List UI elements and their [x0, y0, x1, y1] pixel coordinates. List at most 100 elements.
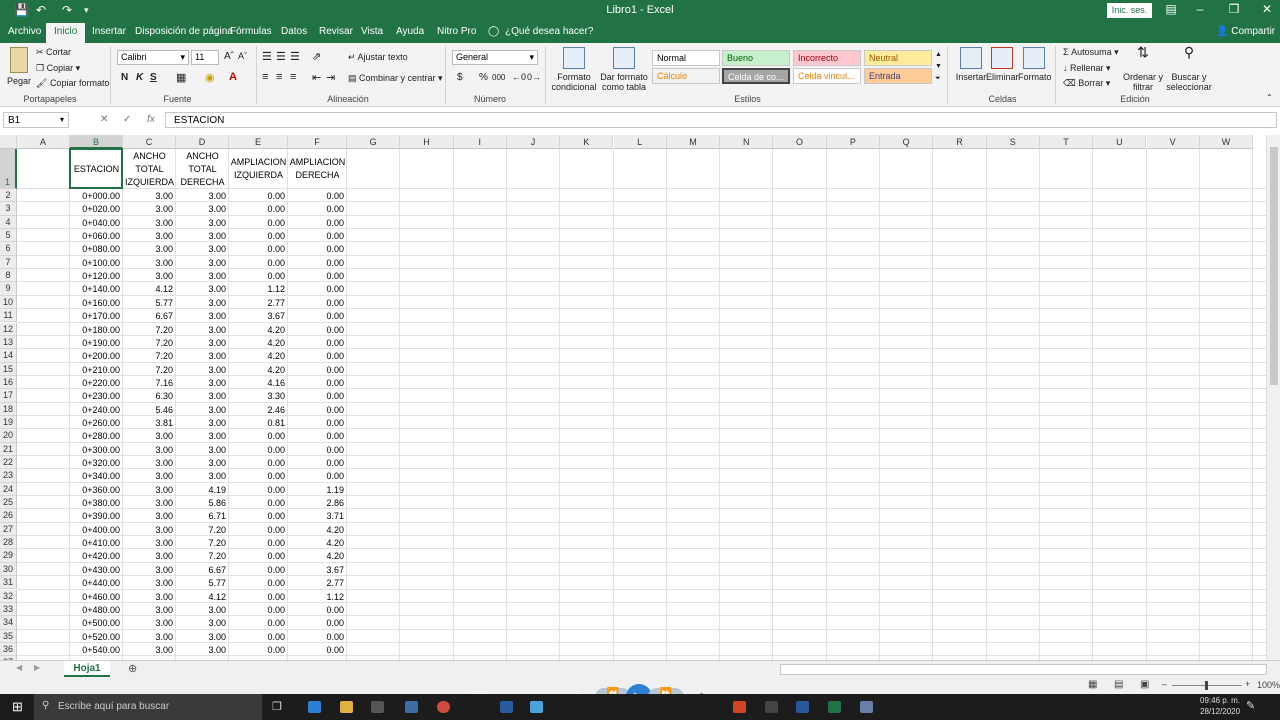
data-cell[interactable]: 0.00	[288, 243, 344, 255]
row-header[interactable]: 5	[0, 229, 17, 243]
row-header[interactable]: 3	[0, 202, 17, 216]
bold-button[interactable]: N	[121, 72, 128, 83]
row-header[interactable]: 12	[0, 322, 17, 336]
data-cell[interactable]: 6.30	[123, 390, 173, 402]
data-cell[interactable]: 3.00	[123, 470, 173, 482]
borders-icon[interactable]: ▦	[176, 71, 186, 84]
sort-filter-button[interactable]: ⇅ Ordenar y filtrar	[1120, 45, 1166, 92]
data-cell[interactable]: 5.77	[176, 577, 226, 589]
data-cell[interactable]: 0.00	[288, 310, 344, 322]
row-header[interactable]: 25	[0, 496, 17, 510]
data-cell[interactable]: 0.00	[229, 497, 285, 509]
column-header-t[interactable]: T	[1039, 135, 1094, 149]
data-cell[interactable]: 3.00	[176, 644, 226, 656]
font-size-select[interactable]: 11	[191, 50, 219, 65]
data-cell[interactable]: 3.00	[176, 243, 226, 255]
data-cell[interactable]: 0.00	[229, 604, 285, 616]
italic-button[interactable]: K	[136, 72, 143, 83]
copy-button[interactable]: ❐ Copiar ▾	[36, 63, 80, 74]
data-cell[interactable]: 0.00	[229, 190, 285, 202]
data-cell[interactable]: 0+100.00	[70, 257, 120, 269]
wrap-text-button[interactable]: ↵ Ajustar texto	[348, 52, 408, 63]
data-cell[interactable]: 0.00	[288, 631, 344, 643]
row-header[interactable]: 8	[0, 269, 17, 283]
delete-cells-button[interactable]: Eliminar	[986, 47, 1019, 82]
style-entrada[interactable]: Entrada	[864, 68, 932, 84]
row-header[interactable]: 26	[0, 509, 17, 523]
increase-indent-icon[interactable]: ⇥	[326, 71, 335, 84]
collapse-ribbon-icon[interactable]: ⌃	[1266, 93, 1273, 102]
data-cell[interactable]: 0+420.00	[70, 550, 120, 562]
data-cell[interactable]: 0+540.00	[70, 644, 120, 656]
data-cell[interactable]: 0.00	[229, 617, 285, 629]
data-cell[interactable]: 0.00	[288, 337, 344, 349]
data-cell[interactable]: 0+520.00	[70, 631, 120, 643]
data-cell[interactable]: 5.77	[123, 297, 173, 309]
data-cell[interactable]: 0.00	[288, 217, 344, 229]
row-header[interactable]: 15	[0, 362, 17, 376]
data-cell[interactable]: 3.00	[123, 591, 173, 603]
column-header-o[interactable]: O	[773, 135, 827, 149]
tab-archivo[interactable]: Archivo	[8, 26, 41, 37]
tab-revisar[interactable]: Revisar	[319, 26, 353, 37]
data-cell[interactable]: 0.00	[229, 550, 285, 562]
column-header-j[interactable]: J	[506, 135, 561, 149]
word-icon[interactable]	[796, 701, 809, 713]
data-cell[interactable]: 3.71	[288, 510, 344, 522]
style-calculo[interactable]: Cálculo	[652, 68, 720, 84]
increase-decimal-icon[interactable]: ←0	[512, 72, 526, 82]
style-bueno[interactable]: Bueno	[722, 50, 790, 66]
data-cell[interactable]: 7.20	[123, 324, 173, 336]
data-cell[interactable]: 0.00	[288, 324, 344, 336]
data-cell[interactable]: 6.67	[176, 564, 226, 576]
data-cell[interactable]: 4.20	[288, 537, 344, 549]
tab-formulas[interactable]: Fórmulas	[230, 26, 272, 37]
insert-cells-button[interactable]: Insertar	[955, 47, 987, 82]
data-cell[interactable]: 0.00	[288, 404, 344, 416]
column-header-m[interactable]: M	[666, 135, 721, 149]
data-cell[interactable]: 3.00	[123, 190, 173, 202]
row-header[interactable]: 34	[0, 616, 17, 630]
column-header-a[interactable]: A	[17, 135, 70, 149]
styles-scroll-down-icon[interactable]: ▼	[935, 63, 942, 70]
data-cell[interactable]: 4.12	[176, 591, 226, 603]
column-header-q[interactable]: Q	[880, 135, 934, 149]
conditional-format-button[interactable]: Formato condicional	[550, 47, 598, 92]
column-header-n[interactable]: N	[720, 135, 774, 149]
increase-font-icon[interactable]: Aˆ	[224, 51, 234, 62]
notifications-icon[interactable]: ✎	[1246, 699, 1255, 712]
data-cell[interactable]: 0.00	[229, 484, 285, 496]
row-header[interactable]: 20	[0, 429, 17, 443]
data-cell[interactable]: 0+190.00	[70, 337, 120, 349]
page-break-icon[interactable]: ▣	[1140, 679, 1149, 690]
data-cell[interactable]: 1.12	[229, 283, 285, 295]
data-cell[interactable]: 3.00	[123, 257, 173, 269]
column-header-i[interactable]: I	[453, 135, 507, 149]
data-cell[interactable]: 3.00	[123, 604, 173, 616]
data-cell[interactable]: 0.00	[288, 390, 344, 402]
data-cell[interactable]: 0+410.00	[70, 537, 120, 549]
data-cell[interactable]: 0+360.00	[70, 484, 120, 496]
row-header[interactable]: 36	[0, 642, 17, 657]
fill-color-icon[interactable]: ◉	[205, 71, 215, 84]
tab-insertar[interactable]: Insertar	[92, 26, 126, 37]
data-cell[interactable]: 2.46	[229, 404, 285, 416]
data-cell[interactable]: 3.00	[176, 417, 226, 429]
worksheet-grid[interactable]: A B C D E F G H I J K L M N O P Q R S T U V W 1 ESTACION ANCHO TO…	[0, 135, 1266, 660]
currency-button[interactable]: $	[457, 72, 463, 83]
zoom-out-icon[interactable]: –	[1162, 679, 1167, 689]
scrollbar-thumb[interactable]	[1270, 147, 1278, 385]
column-header-b[interactable]: B	[70, 135, 123, 149]
data-cell[interactable]: 0+480.00	[70, 604, 120, 616]
data-cell[interactable]: 0.00	[288, 283, 344, 295]
app-icon-2[interactable]	[765, 701, 778, 713]
data-cell[interactable]: 3.00	[176, 283, 226, 295]
data-cell[interactable]: 3.00	[176, 470, 226, 482]
data-cell[interactable]: 1.19	[288, 484, 344, 496]
data-cell[interactable]: 4.19	[176, 484, 226, 496]
row-header[interactable]: 19	[0, 415, 17, 430]
align-middle-icon[interactable]: ☰	[276, 50, 286, 63]
column-header-g[interactable]: G	[347, 135, 401, 149]
autocad-icon[interactable]	[500, 701, 513, 713]
align-center-icon[interactable]: ≡	[276, 71, 282, 83]
